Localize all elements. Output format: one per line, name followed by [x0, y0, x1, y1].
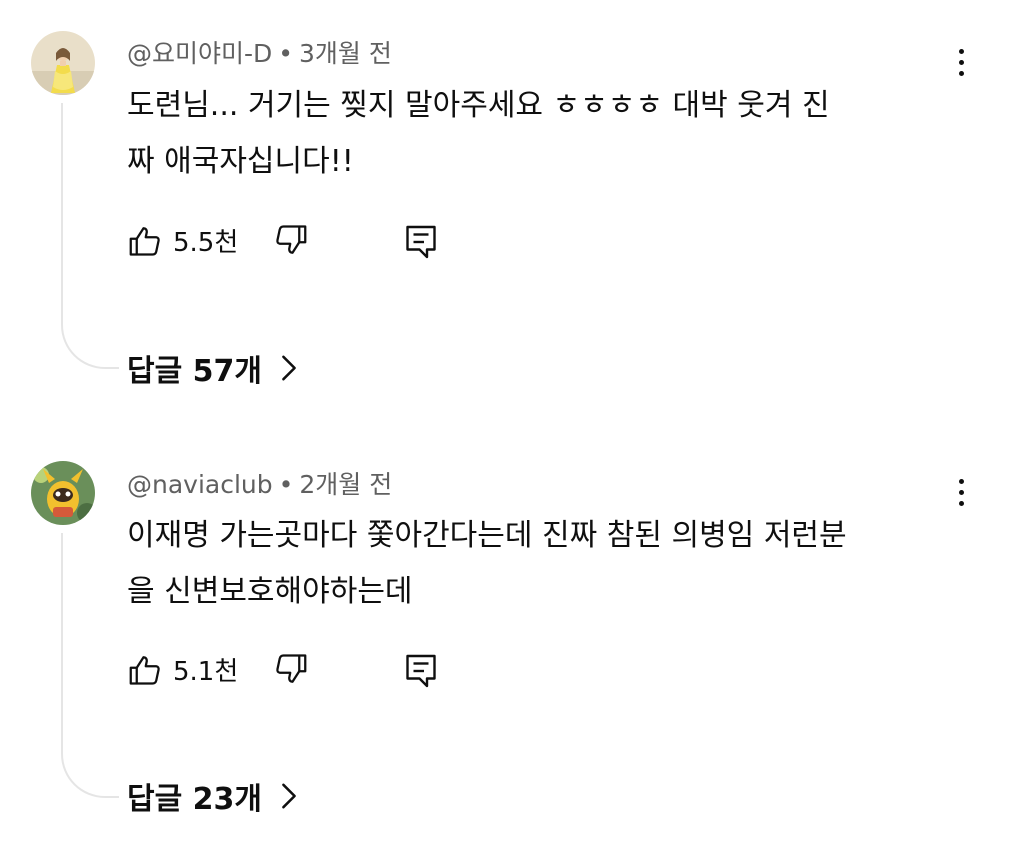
comment-text: 도련님... 거기는 찢지 말아주세요 ㅎㅎㅎㅎ 대박 웃겨 진 짜 애국자십니… [127, 78, 957, 190]
comment-text-line: 도련님... 거기는 찢지 말아주세요 ㅎㅎㅎㅎ 대박 웃겨 진 [127, 88, 830, 123]
view-replies-button[interactable]: 답글 57개 [127, 348, 298, 389]
reply-comment-icon [406, 654, 436, 688]
like-count: 5.1천 [173, 657, 239, 687]
more-vertical-icon [958, 478, 964, 484]
replies-label: 답글 57개 [127, 354, 262, 389]
more-vertical-icon [958, 48, 964, 54]
view-replies-button[interactable]: 답글 23개 [127, 776, 298, 817]
author-name[interactable]: @요미야미-D [127, 39, 272, 68]
thumbs-up-icon [129, 226, 160, 256]
chevron-right-icon [282, 783, 296, 809]
princess-avatar-icon [31, 31, 95, 95]
like-button[interactable]: 5.1천 [127, 651, 238, 688]
like-button[interactable]: 5.5천 [127, 222, 238, 259]
more-dot [958, 489, 964, 495]
reply-comment-icon [406, 225, 436, 259]
thumbs-down-icon [276, 654, 307, 683]
more-dot [958, 70, 964, 76]
thumbs-up-icon [129, 655, 160, 685]
comment-text: 이재명 가는곳마다 쫓아간다는데 진짜 참된 의병임 저런분 을 신변보호해야하… [127, 508, 957, 620]
dislike-button[interactable] [273, 222, 309, 258]
comment-actions: 5.5천 [127, 222, 457, 266]
meta-separator: • [278, 39, 294, 68]
chevron-right-icon [282, 355, 296, 381]
comment-meta: @요미야미-D • 3개월 전 [127, 34, 392, 70]
author-name[interactable]: @naviaclub [127, 470, 273, 499]
more-dot [958, 500, 964, 506]
meta-separator: • [278, 470, 294, 499]
replies-label: 답글 23개 [127, 782, 262, 817]
comment-text-line: 을 신변보호해야하는데 [127, 574, 413, 609]
reply-button[interactable] [403, 222, 439, 262]
thread-connector-line [61, 103, 119, 369]
comment-time[interactable]: 3개월 전 [299, 39, 392, 68]
comment-time[interactable]: 2개월 전 [299, 470, 392, 499]
comment-meta: @naviaclub • 2개월 전 [127, 465, 392, 501]
author-avatar[interactable] [31, 31, 95, 95]
more-dot [958, 59, 964, 65]
comment-text-line: 이재명 가는곳마다 쫓아간다는데 진짜 참된 의병임 저런분 [127, 518, 847, 553]
like-count: 5.5천 [173, 228, 239, 258]
comment-text-line: 짜 애국자십니다!! [127, 144, 354, 179]
reply-button[interactable] [403, 651, 439, 691]
dislike-button[interactable] [273, 651, 309, 687]
comment-actions: 5.1천 [127, 651, 457, 695]
cartoon-character-avatar-icon [31, 461, 95, 525]
thumbs-down-icon [276, 225, 307, 254]
thread-connector-line [61, 533, 119, 798]
author-avatar[interactable] [31, 461, 95, 525]
